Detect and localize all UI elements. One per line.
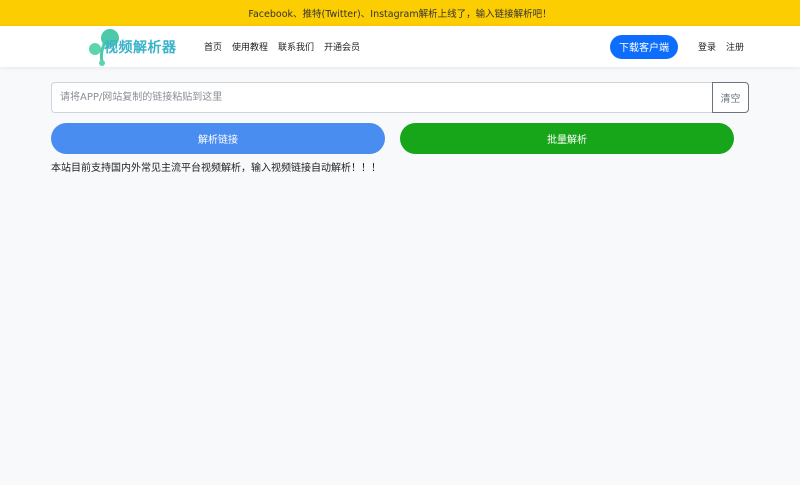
nav-home[interactable]: 首页 (204, 40, 222, 53)
url-input[interactable] (51, 82, 712, 113)
nav-contact[interactable]: 联系我们 (278, 40, 314, 53)
banner-text: Facebook、推特(Twitter)、Instagram解析上线了，输入链接… (248, 9, 552, 20)
nav-membership[interactable]: 开通会员 (324, 40, 360, 53)
register-link[interactable]: 注册 (726, 40, 744, 53)
nav-tutorial[interactable]: 使用教程 (232, 40, 268, 53)
main-nav: 首页 使用教程 联系我们 开通会员 (204, 26, 360, 67)
announcement-banner: Facebook、推特(Twitter)、Instagram解析上线了，输入链接… (0, 0, 800, 26)
login-link[interactable]: 登录 (698, 40, 716, 53)
batch-parse-button[interactable]: 批量解析 (400, 123, 734, 154)
site-logo[interactable]: 视频解析器 (88, 28, 177, 66)
download-client-button[interactable]: 下载客户端 (609, 34, 678, 59)
support-notice: 本站目前支持国内外常见主流平台视频解析，输入视频链接自动解析！！！ (51, 163, 381, 174)
action-buttons: 解析链接 批量解析 (51, 123, 734, 154)
logo-text: 视频解析器 (104, 40, 177, 56)
navbar: 视频解析器 首页 使用教程 联系我们 开通会员 下载客户端 登录 注册 (0, 26, 800, 67)
clear-button[interactable]: 清空 (712, 82, 749, 113)
nav-right: 下载客户端 登录 注册 (609, 26, 744, 67)
url-input-group: 清空 (51, 82, 749, 113)
parse-link-button[interactable]: 解析链接 (51, 123, 385, 154)
